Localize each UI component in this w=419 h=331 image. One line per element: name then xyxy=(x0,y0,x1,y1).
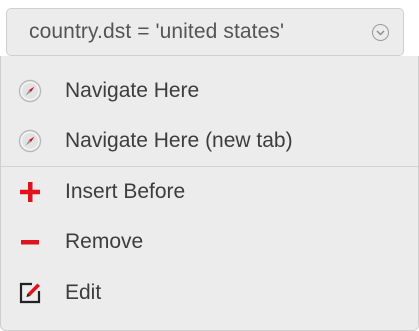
edit-icon xyxy=(17,280,43,306)
menu-item-remove[interactable]: Remove xyxy=(1,218,418,266)
menu-item-label: Navigate Here (new tab) xyxy=(65,129,293,152)
filter-chip[interactable]: country.dst = 'united states' xyxy=(6,8,404,56)
menu-divider xyxy=(1,166,418,167)
menu-item-navigate-here-new-tab[interactable]: Navigate Here (new tab) xyxy=(1,117,418,165)
filter-chip-label: country.dst = 'united states' xyxy=(29,20,285,43)
chevron-down-icon[interactable] xyxy=(372,24,389,41)
filter-widget: country.dst = 'united states' Navigate H… xyxy=(0,0,419,331)
menu-item-label: Insert Before xyxy=(65,180,186,203)
menu-item-label: Edit xyxy=(65,281,102,304)
menu-item-navigate-here[interactable]: Navigate Here xyxy=(1,67,418,115)
menu-item-insert-before[interactable]: Insert Before xyxy=(1,168,418,216)
menu-item-edit[interactable]: Edit xyxy=(1,269,418,317)
context-menu: Navigate Here Navigate Here (new tab) In… xyxy=(0,56,419,331)
compass-icon xyxy=(17,128,43,154)
menu-item-label: Navigate Here xyxy=(65,79,200,102)
compass-icon xyxy=(17,78,43,104)
plus-icon xyxy=(17,179,43,205)
minus-icon xyxy=(17,229,43,255)
menu-item-label: Remove xyxy=(65,230,144,253)
